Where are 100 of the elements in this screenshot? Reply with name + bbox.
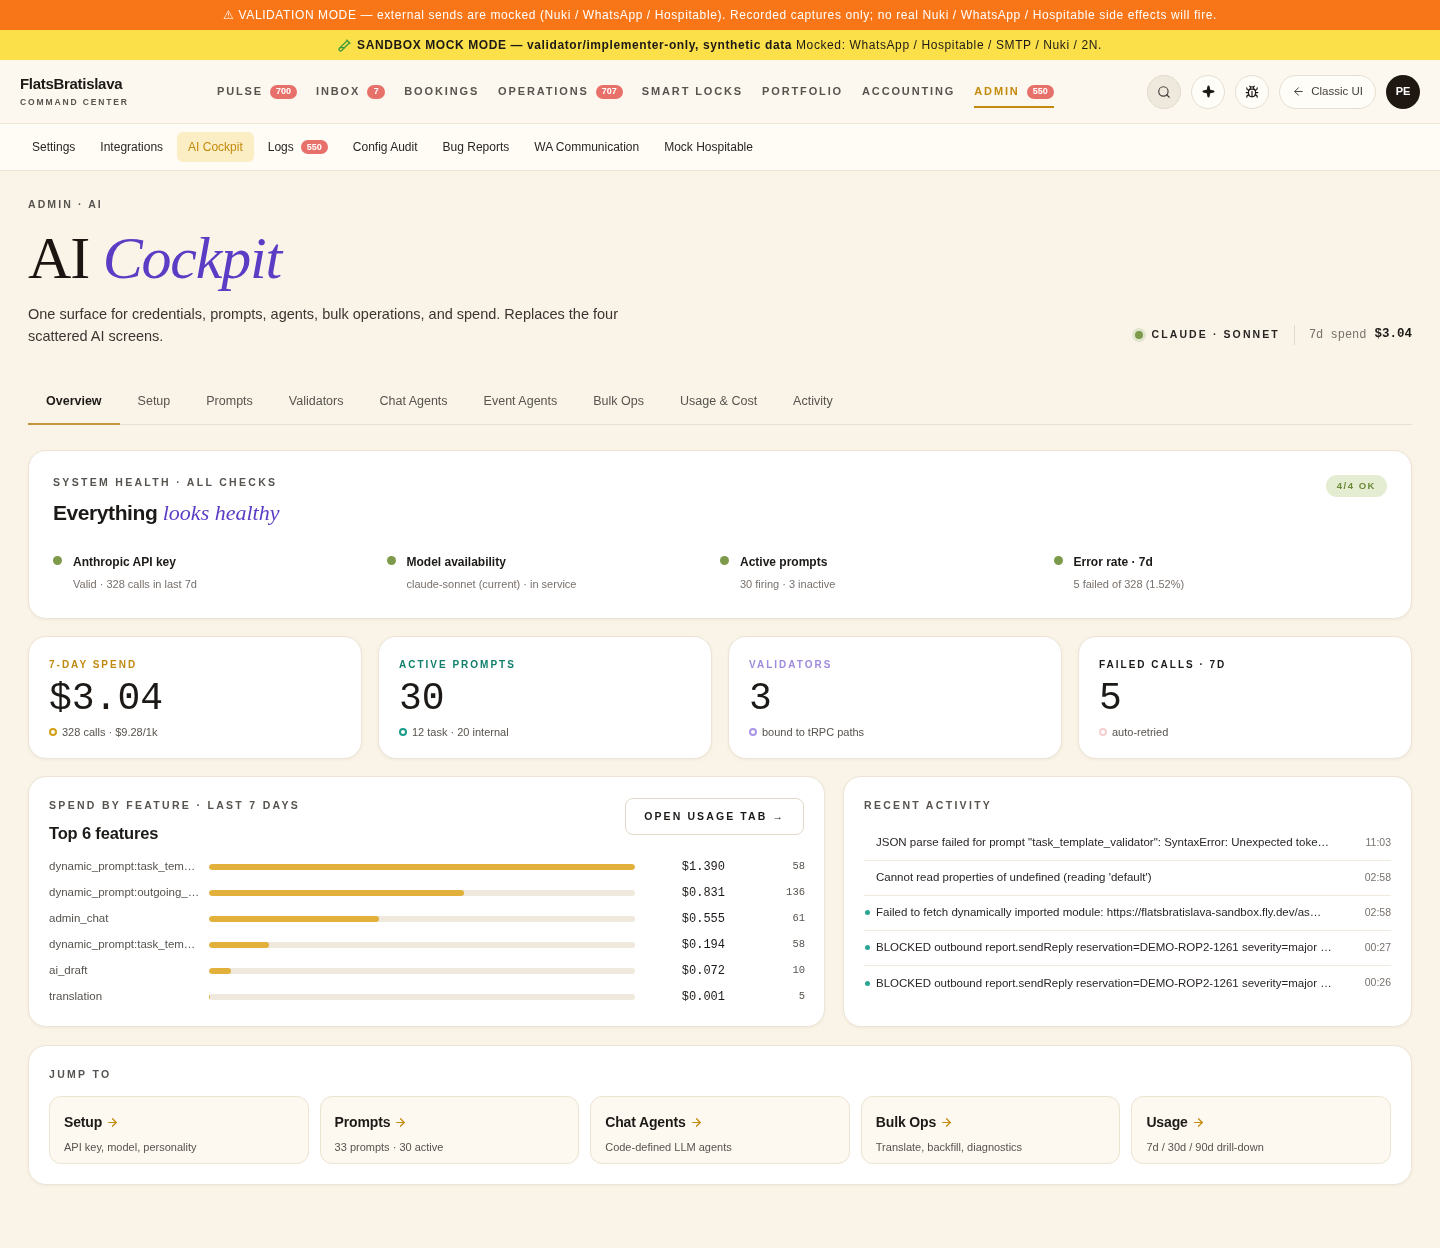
page-title: AI Cockpit [28, 224, 1412, 291]
classic-ui-button[interactable]: Classic UI [1279, 74, 1376, 109]
jump-link-title: Setup [64, 1113, 103, 1133]
nav-link[interactable]: OPERATIONS 707 [498, 75, 623, 108]
jump-link-detail: Code-defined LLM agents [605, 1140, 733, 1156]
activity-time: 11:03 [1365, 834, 1391, 850]
banner-text: SANDBOX MOCK MODE — validator/implementer-only, synthetic data Mocked: WhatsApp / Hospitable / SMTP / Nuki / 2N. [357, 37, 1102, 54]
call-count: 10 [791, 962, 805, 978]
nav-link[interactable]: ACCOUNTING [862, 75, 956, 108]
nav-link[interactable]: PULSE 700 [217, 75, 298, 108]
arrow-right-icon [106, 1116, 120, 1130]
feature-name: ai_draft [49, 962, 89, 978]
count-badge: 707 [595, 84, 623, 99]
jump-link-card[interactable]: Bulk Ops Translate, backfill, diagnostics [860, 1096, 1121, 1165]
subnav-link[interactable]: Logs 550 [256, 132, 339, 162]
spend-cost: $0.194 [680, 936, 725, 954]
search-icon [1157, 84, 1172, 99]
check-title: Error rate · 7d [1073, 553, 1154, 571]
stat-value: 3 [749, 678, 773, 720]
test-tube-icon [338, 38, 352, 52]
bug-report-button[interactable] [1235, 74, 1270, 109]
sparkle-icon [1201, 85, 1215, 98]
jump-link-detail: 7d / 30d / 90d drill-down [1146, 1140, 1265, 1156]
stat-value: $3.04 [49, 678, 165, 720]
subnav-link[interactable]: Settings [21, 132, 87, 162]
check-title: Active prompts [740, 553, 829, 571]
jump-link-detail: Translate, backfill, diagnostics [875, 1140, 1024, 1156]
nav-link[interactable]: BOOKINGS [404, 75, 480, 108]
tab[interactable]: Setup [119, 380, 189, 425]
status-badge: 4/4 OK [1325, 474, 1387, 497]
stat-note: 12 task · 20 internal [412, 725, 509, 740]
tab[interactable]: Prompts [188, 380, 271, 425]
stat-label: ACTIVE PROMPTS [399, 658, 517, 672]
nav-link[interactable]: PORTFOLIO [762, 75, 843, 108]
activity-message: JSON parse failed for prompt "task_template_validator": SyntaxError: Unexpected toke… [876, 835, 1331, 851]
spend-label: 7d spend [1308, 326, 1367, 344]
call-count: 5 [797, 988, 805, 1004]
call-count: 58 [791, 858, 805, 874]
check-title: Anthropic API key [73, 553, 177, 571]
jump-link-title: Prompts [334, 1113, 391, 1133]
check-detail: 30 firing · 3 inactive [740, 576, 836, 592]
breadcrumb: ADMIN · AI [28, 197, 104, 212]
spend-cost: $0.831 [680, 884, 725, 902]
user-avatar[interactable]: PE [1386, 74, 1420, 109]
feature-name: translation [49, 988, 104, 1004]
tab[interactable]: Bulk Ops [575, 380, 662, 425]
jump-link-card[interactable]: Prompts 33 prompts · 30 active [319, 1096, 580, 1165]
activity-message: Cannot read properties of undefined (reading 'default') [876, 870, 1153, 886]
section-eyebrow: RECENT ACTIVITY [864, 798, 994, 813]
jump-link-title: Bulk Ops [875, 1113, 937, 1133]
search-button[interactable] [1147, 74, 1182, 109]
tab[interactable]: Chat Agents [361, 380, 466, 425]
check-detail: claude-sonnet (current) · in service [406, 576, 577, 592]
section-eyebrow: JUMP TO [49, 1066, 113, 1082]
subnav-link[interactable]: WA Communication [523, 132, 651, 162]
count-badge: 700 [270, 84, 298, 99]
model-name: CLAUDE · SONNET [1151, 326, 1280, 342]
call-count: 61 [791, 910, 805, 926]
nav-link[interactable]: SMART LOCKS [641, 75, 743, 108]
stat-label: FAILED CALLS · 7D [1099, 658, 1228, 672]
feature-name: admin_chat [49, 910, 110, 926]
subnav-link[interactable]: Bug Reports [431, 132, 521, 162]
check-detail: 5 failed of 328 (1.52%) [1073, 576, 1185, 592]
feature-name: dynamic_prompt:task_tem… [49, 936, 197, 952]
nav-link[interactable]: INBOX 7 [316, 75, 386, 108]
activity-message: Failed to fetch dynamically imported module: https://flatsbratislava-sandbox.fly.dev/as… [876, 905, 1323, 921]
arrow-left-icon [1292, 85, 1306, 98]
jump-link-title: Chat Agents [605, 1113, 686, 1133]
jump-link-card[interactable]: Chat Agents Code-defined LLM agents [590, 1096, 850, 1165]
jump-link-card[interactable]: Usage 7d / 30d / 90d drill-down [1131, 1096, 1391, 1165]
spend-cost: $0.001 [680, 988, 725, 1006]
subnav-link[interactable]: Mock Hospitable [653, 132, 764, 162]
subnav-link[interactable]: Integrations [89, 132, 175, 162]
stat-value: 30 [399, 678, 446, 720]
count-badge: 550 [300, 140, 328, 154]
tab[interactable]: Overview [28, 380, 120, 425]
open-usage-tab-button[interactable]: OPEN USAGE TAB → [625, 798, 804, 835]
jump-link-card[interactable]: Setup API key, model, personality [49, 1096, 309, 1165]
spend-cost: $1.390 [680, 858, 725, 876]
spend-cost: $0.072 [680, 962, 725, 980]
activity-time: 02:58 [1364, 869, 1391, 885]
check-title: Model availability [406, 553, 507, 571]
tab[interactable]: Activity [775, 380, 851, 425]
feature-name: dynamic_prompt:outgoing_… [49, 884, 201, 900]
jump-link-detail: API key, model, personality [64, 1140, 198, 1156]
tab[interactable]: Usage & Cost [662, 380, 776, 425]
check-detail: Valid · 328 calls in last 7d [73, 576, 197, 592]
spend-cost: $0.555 [680, 910, 725, 928]
health-title: Everything looks healthy [53, 498, 280, 527]
assistant-button[interactable] [1191, 74, 1226, 109]
tab[interactable]: Event Agents [465, 380, 576, 425]
bug-icon [1245, 84, 1260, 99]
tab[interactable]: Validators [270, 380, 362, 425]
subnav-link[interactable]: Config Audit [341, 132, 429, 162]
arrow-right-icon [394, 1116, 408, 1130]
activity-time: 02:58 [1364, 904, 1391, 920]
brand-tagline: COMMAND CENTER [20, 95, 130, 109]
stat-note: auto-retried [1112, 725, 1169, 740]
stat-note: 328 calls · $9.28/1k [62, 725, 158, 740]
spend-value: $3.04 [1374, 326, 1412, 344]
